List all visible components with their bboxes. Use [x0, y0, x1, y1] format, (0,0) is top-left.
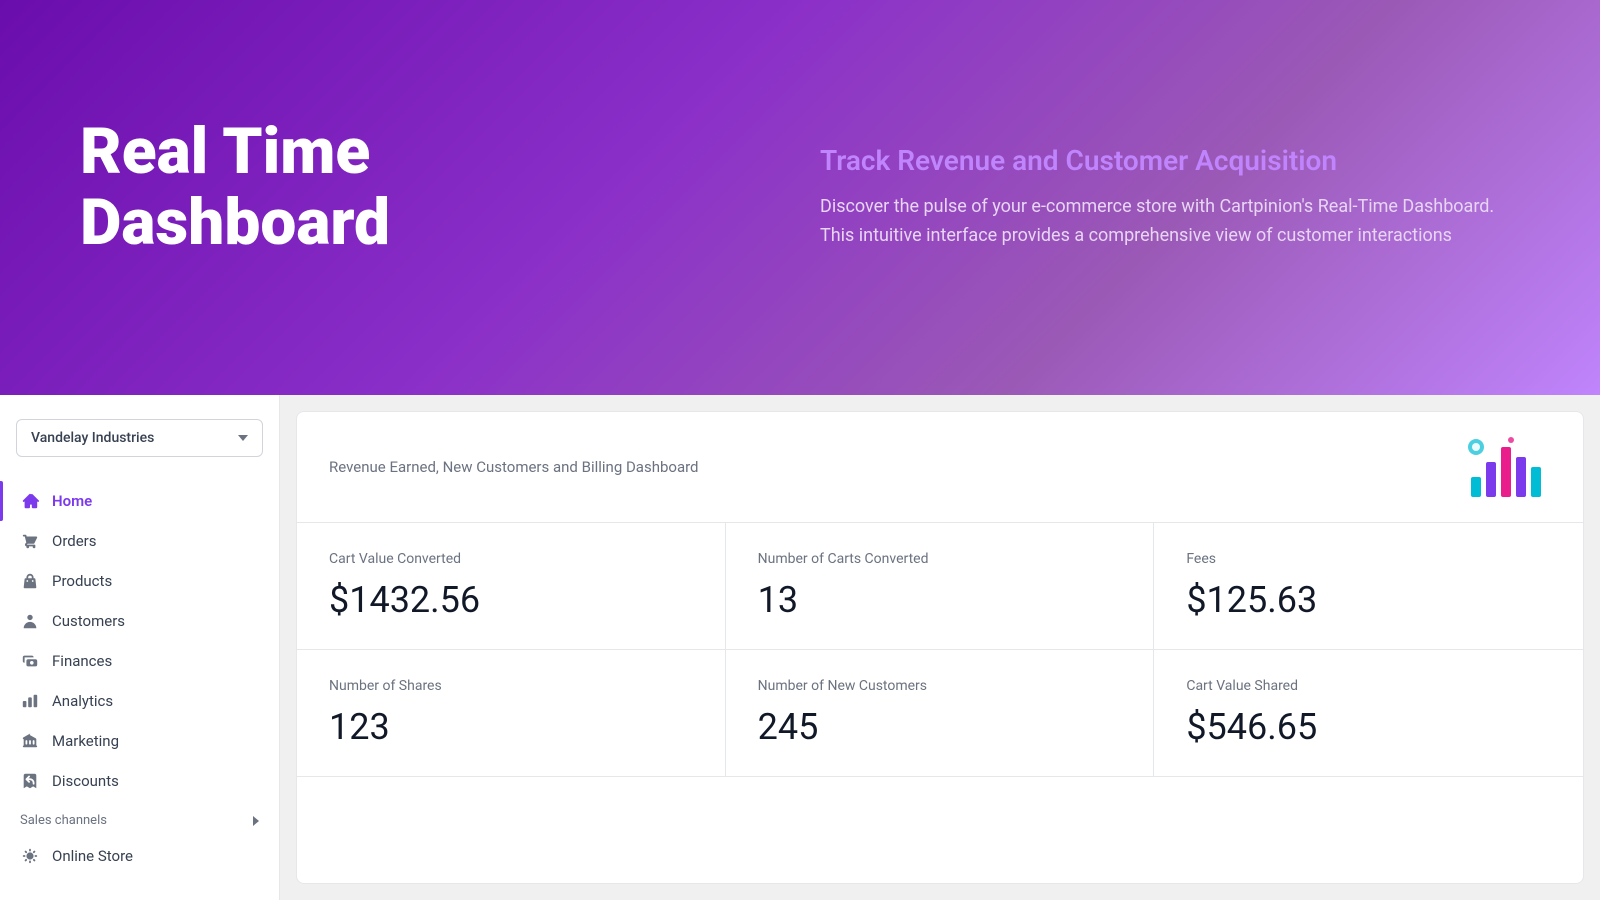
- sidebar-item-products-label: Products: [52, 572, 112, 590]
- metric-value-carts-converted: 13: [758, 579, 1122, 621]
- hero-subtitle: Track Revenue and Customer Acquisition: [820, 144, 1520, 177]
- metric-card-cart-value-converted: Cart Value Converted $1432.56: [297, 523, 726, 650]
- sidebar-item-home[interactable]: Home: [0, 481, 279, 521]
- sidebar-item-marketing[interactable]: Marketing: [0, 721, 279, 761]
- sidebar-item-orders-label: Orders: [52, 532, 97, 550]
- metric-value-cart-value-shared: $546.65: [1186, 706, 1551, 748]
- home-icon: [20, 491, 40, 511]
- chart-illustration: [1461, 432, 1551, 502]
- dashboard-header: Revenue Earned, New Customers and Billin…: [297, 412, 1583, 523]
- metric-card-fees: Fees $125.63: [1154, 523, 1583, 650]
- hero-right: Track Revenue and Customer Acquisition D…: [780, 144, 1520, 251]
- sidebar-item-customers-label: Customers: [52, 612, 125, 630]
- sidebar-item-analytics[interactable]: Analytics: [0, 681, 279, 721]
- sidebar-item-marketing-label: Marketing: [52, 732, 119, 750]
- dashboard-header-title: Revenue Earned, New Customers and Billin…: [329, 458, 699, 476]
- metric-label-cart-value-converted: Cart Value Converted: [329, 551, 693, 567]
- finances-icon: [20, 651, 40, 671]
- metric-value-new-customers: 245: [758, 706, 1122, 748]
- analytics-icon: [20, 691, 40, 711]
- sidebar-item-home-label: Home: [52, 492, 92, 510]
- metrics-grid: Cart Value Converted $1432.56 Number of …: [297, 523, 1583, 777]
- metric-card-new-customers: Number of New Customers 245: [726, 650, 1155, 777]
- sales-channels-header[interactable]: Sales channels: [0, 801, 279, 836]
- store-selector[interactable]: Vandelay Industries: [16, 419, 263, 457]
- sales-channels-label: Sales channels: [20, 813, 107, 828]
- sales-channels-chevron-icon: [253, 816, 259, 826]
- main-content: Vandelay Industries Home Orders Products: [0, 395, 1600, 900]
- sidebar-item-finances-label: Finances: [52, 652, 112, 670]
- dashboard: Revenue Earned, New Customers and Billin…: [296, 411, 1584, 884]
- metric-label-new-customers: Number of New Customers: [758, 678, 1122, 694]
- discounts-icon: [20, 771, 40, 791]
- metric-label-shares: Number of Shares: [329, 678, 693, 694]
- hero-description: Discover the pulse of your e-commerce st…: [820, 193, 1520, 251]
- online-store-icon: [20, 846, 40, 866]
- metric-card-cart-value-shared: Cart Value Shared $546.65: [1154, 650, 1583, 777]
- sidebar-item-discounts-label: Discounts: [52, 772, 119, 790]
- chevron-down-icon: [238, 435, 248, 441]
- hero-left: Real TimeDashboard: [80, 117, 780, 278]
- metric-label-carts-converted: Number of Carts Converted: [758, 551, 1122, 567]
- metric-label-fees: Fees: [1186, 551, 1551, 567]
- sidebar-item-customers[interactable]: Customers: [0, 601, 279, 641]
- orders-icon: [20, 531, 40, 551]
- metric-value-cart-value-converted: $1432.56: [329, 579, 693, 621]
- sidebar-item-finances[interactable]: Finances: [0, 641, 279, 681]
- customers-icon: [20, 611, 40, 631]
- metric-value-fees: $125.63: [1186, 579, 1551, 621]
- metric-card-shares: Number of Shares 123: [297, 650, 726, 777]
- sidebar-item-online-store[interactable]: Online Store: [0, 836, 279, 876]
- sidebar-item-analytics-label: Analytics: [52, 692, 113, 710]
- sidebar: Vandelay Industries Home Orders Products: [0, 395, 280, 900]
- metric-card-carts-converted: Number of Carts Converted 13: [726, 523, 1155, 650]
- metric-label-cart-value-shared: Cart Value Shared: [1186, 678, 1551, 694]
- hero-section: Real TimeDashboard Track Revenue and Cus…: [0, 0, 1600, 395]
- products-icon: [20, 571, 40, 591]
- metric-value-shares: 123: [329, 706, 693, 748]
- sidebar-item-online-store-label: Online Store: [52, 847, 133, 865]
- hero-title: Real TimeDashboard: [80, 117, 780, 258]
- marketing-icon: [20, 731, 40, 751]
- sidebar-item-discounts[interactable]: Discounts: [0, 761, 279, 801]
- sidebar-item-products[interactable]: Products: [0, 561, 279, 601]
- store-name: Vandelay Industries: [31, 430, 154, 446]
- sidebar-item-orders[interactable]: Orders: [0, 521, 279, 561]
